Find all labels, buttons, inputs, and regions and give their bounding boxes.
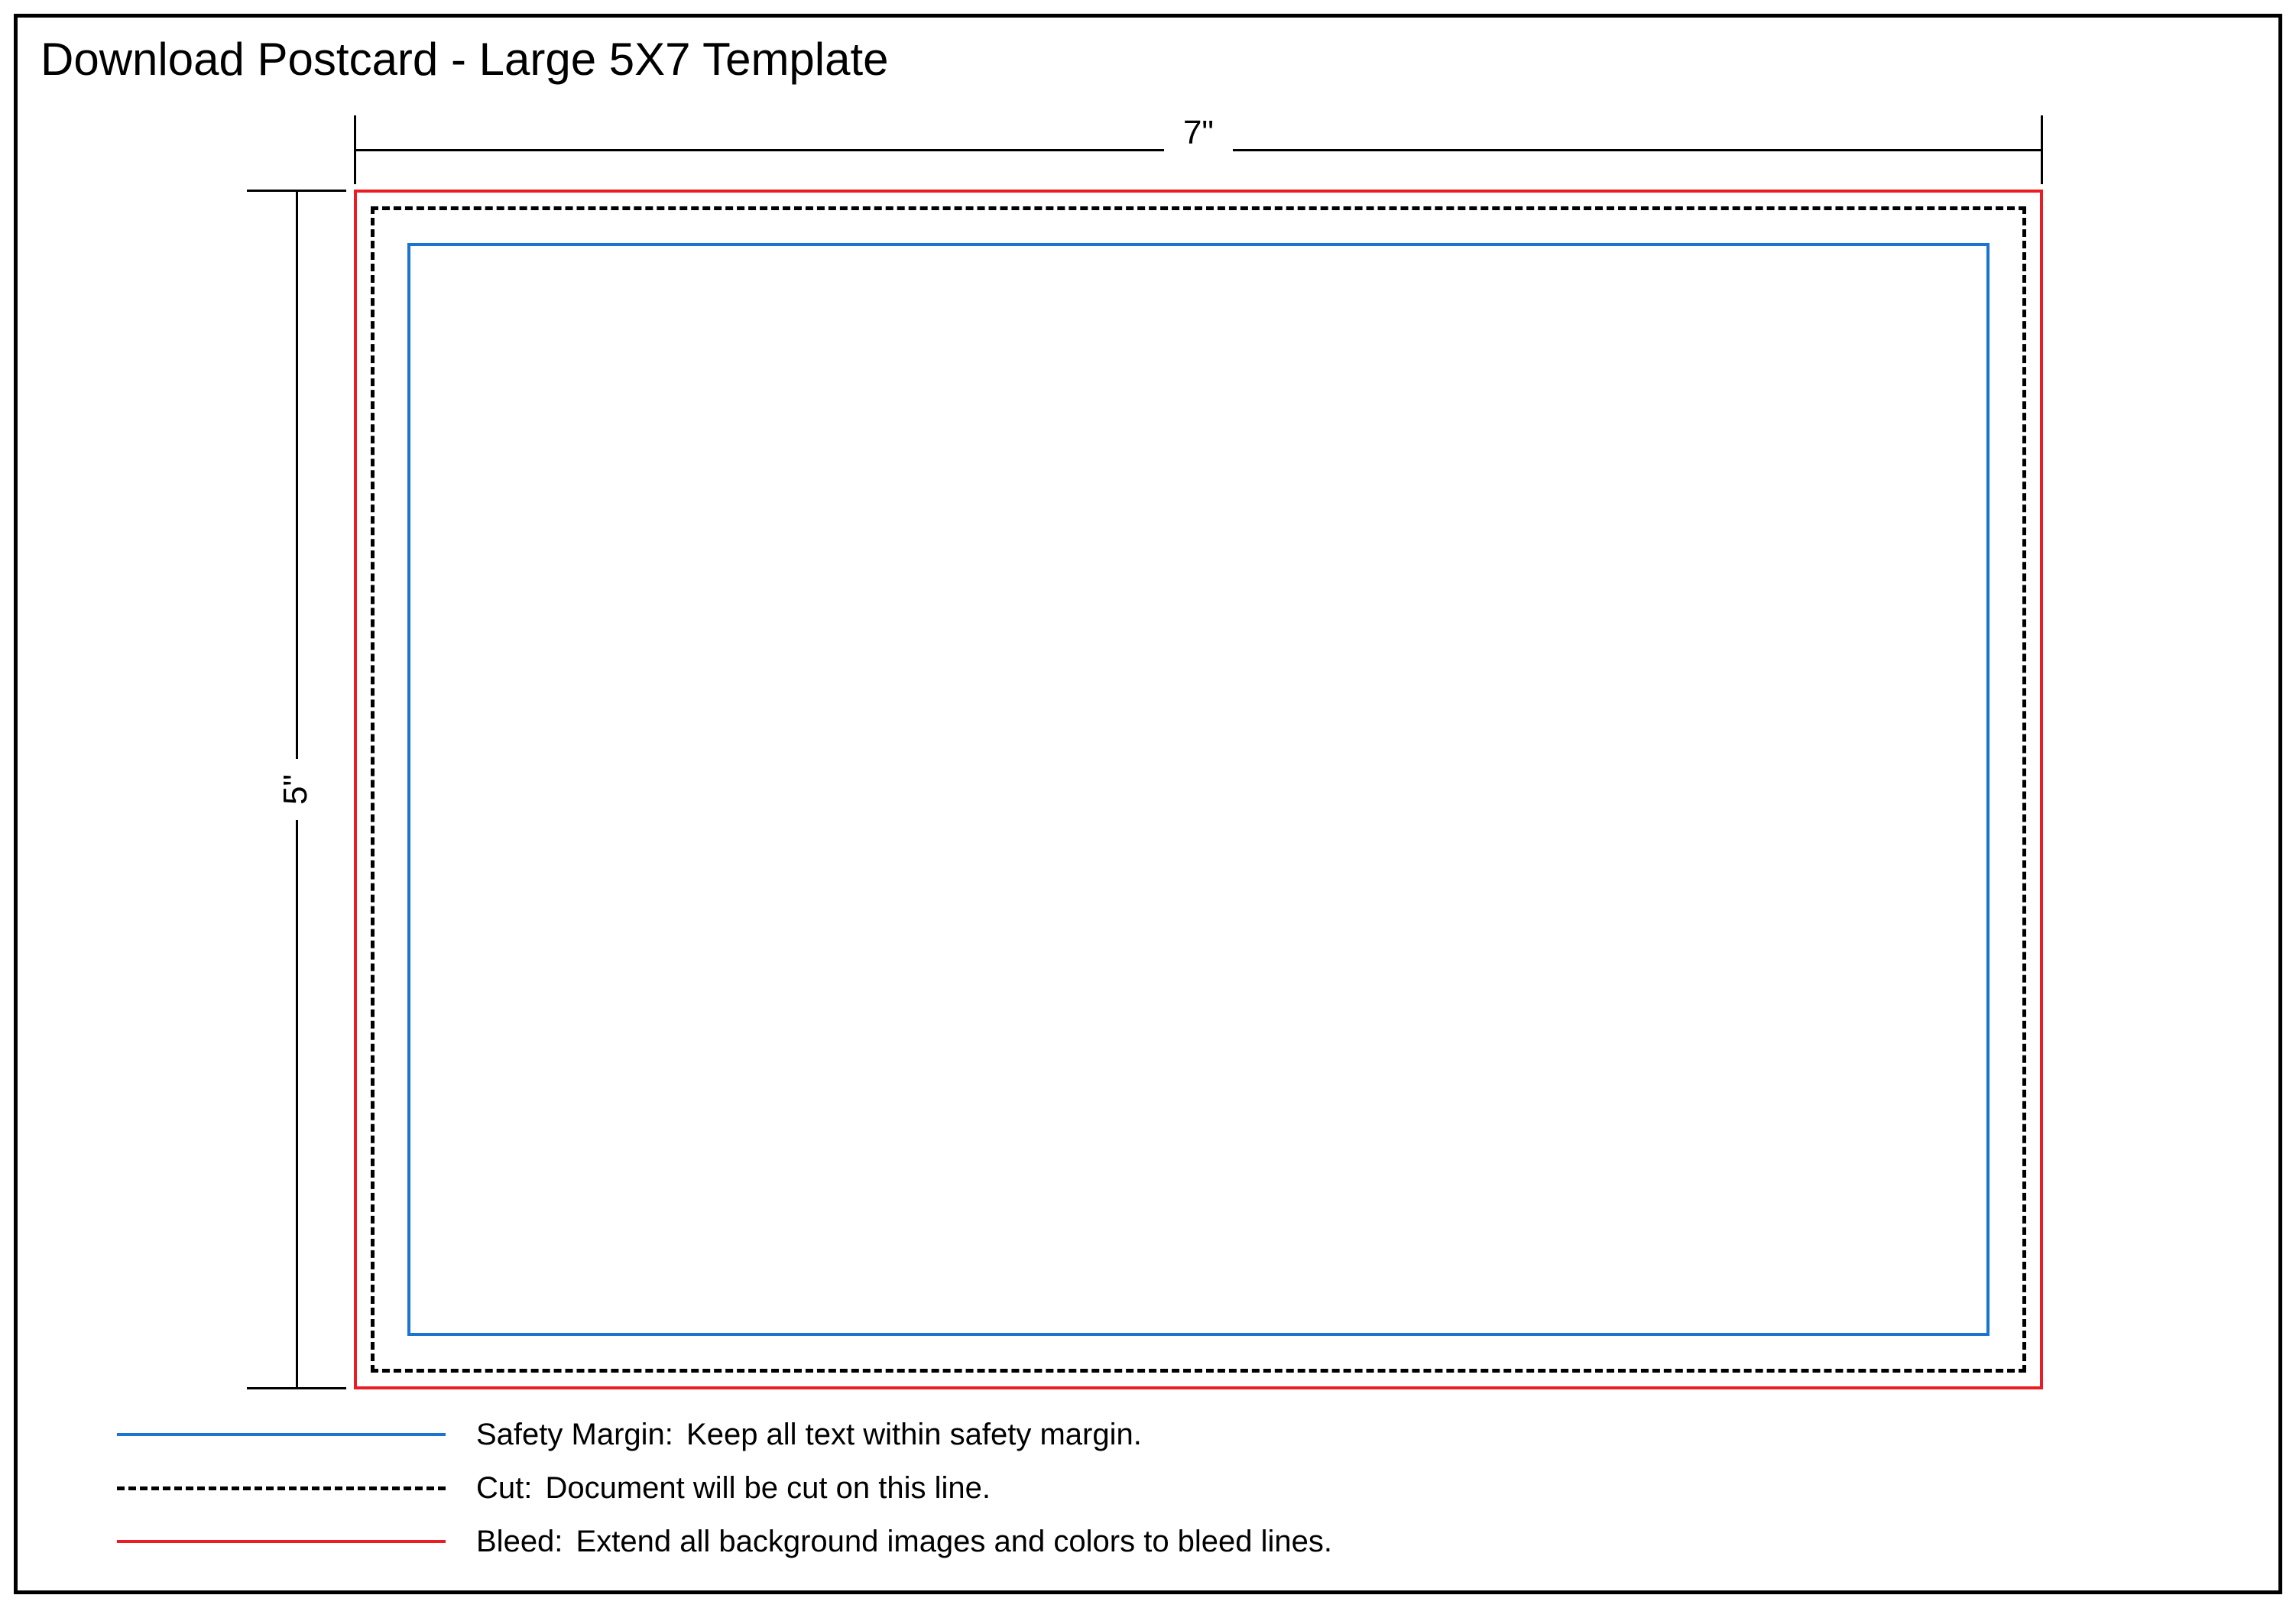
dimension-top-tick-right xyxy=(2041,115,2043,184)
dimension-top: 7" xyxy=(354,115,2043,184)
dimension-left: 5" xyxy=(247,190,346,1389)
legend-label-cut: Cut: xyxy=(476,1471,532,1505)
template-area xyxy=(354,190,2043,1389)
dimension-top-label: 7" xyxy=(1164,114,1233,152)
legend-text-cut: Cut: Document will be cut on this line. xyxy=(476,1471,991,1506)
legend-row-bleed: Bleed: Extend all background images and … xyxy=(117,1523,1332,1560)
legend-row-cut: Cut: Document will be cut on this line. xyxy=(117,1470,1332,1506)
legend-label-bleed: Bleed: xyxy=(476,1525,563,1558)
legend-text-bleed: Bleed: Extend all background images and … xyxy=(476,1525,1332,1559)
legend-swatch-cut xyxy=(117,1486,446,1490)
legend-label-safety: Safety Margin: xyxy=(476,1418,673,1451)
outer-frame: Download Postcard - Large 5X7 Template 7… xyxy=(14,14,2282,1594)
legend-desc-bleed: Extend all background images and colors … xyxy=(576,1525,1333,1558)
legend-row-safety: Safety Margin: Keep all text within safe… xyxy=(117,1416,1332,1453)
legend-swatch-safety xyxy=(117,1433,446,1436)
dimension-left-label: 5" xyxy=(277,759,315,820)
legend-desc-safety: Keep all text within safety margin. xyxy=(686,1418,1142,1451)
dimension-left-tick-bottom xyxy=(247,1387,346,1389)
legend: Safety Margin: Keep all text within safe… xyxy=(117,1416,1332,1577)
page: Download Postcard - Large 5X7 Template 7… xyxy=(0,0,2296,1608)
legend-swatch-bleed xyxy=(117,1540,446,1543)
legend-text-safety: Safety Margin: Keep all text within safe… xyxy=(476,1418,1142,1452)
page-title: Download Postcard - Large 5X7 Template xyxy=(41,33,889,86)
legend-desc-cut: Document will be cut on this line. xyxy=(545,1471,991,1505)
safety-box xyxy=(407,243,1990,1336)
